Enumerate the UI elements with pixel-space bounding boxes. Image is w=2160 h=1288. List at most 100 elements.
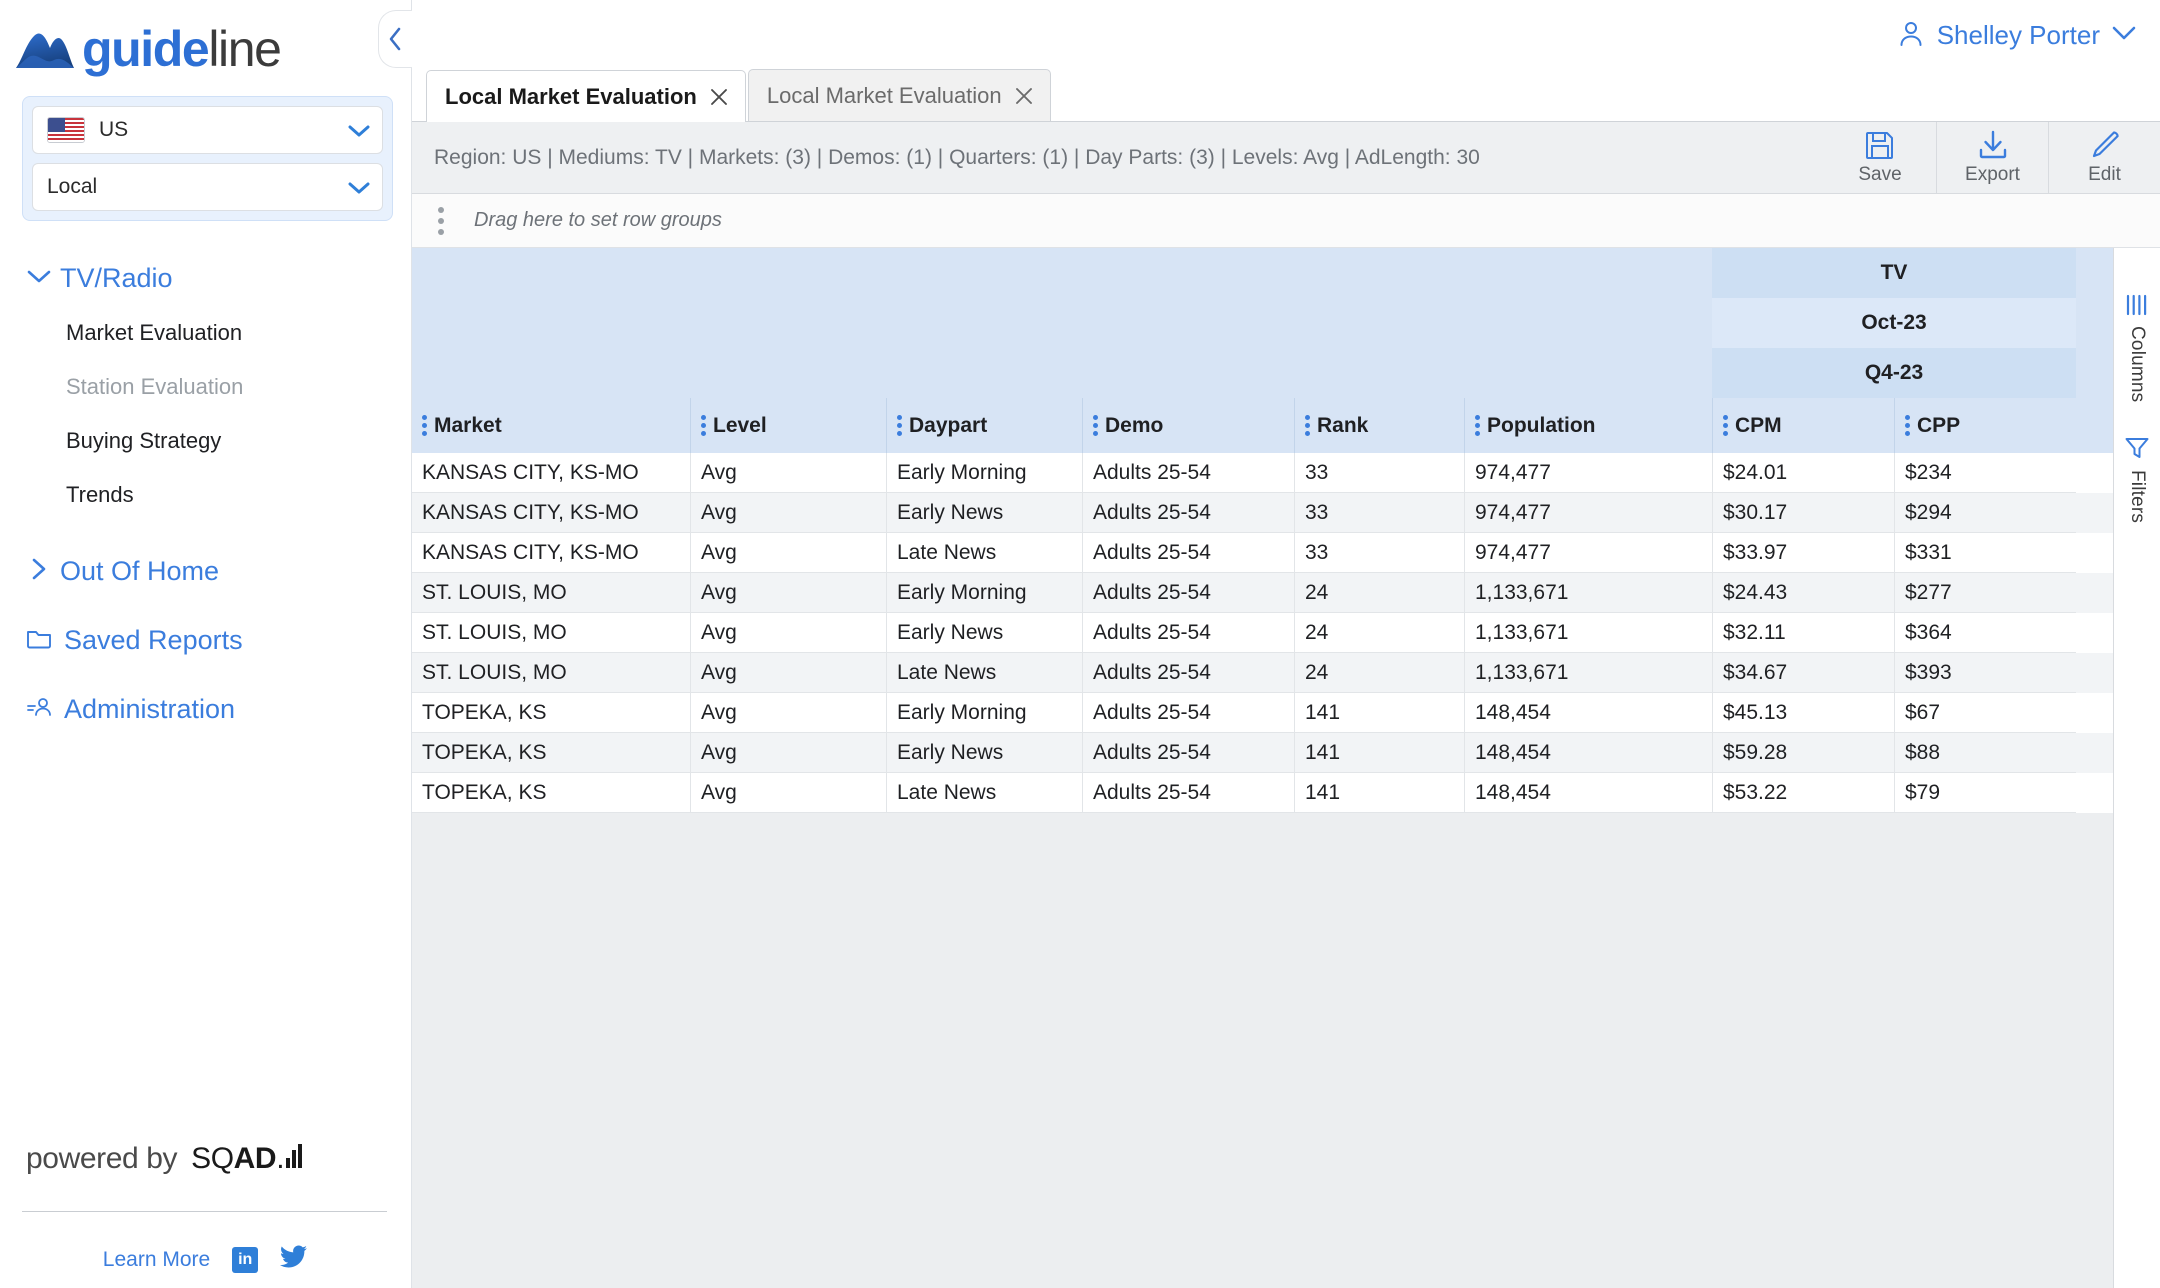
sidebar-group-tv-radio[interactable]: TV/Radio [0, 251, 411, 306]
column-header-label: Daypart [909, 413, 988, 437]
close-icon[interactable] [709, 87, 729, 107]
chevron-left-icon [389, 27, 400, 51]
column-header-daypart[interactable]: Daypart [886, 398, 1082, 453]
table-row[interactable]: KANSAS CITY, KS-MO Avg Early News Adults 25… [412, 493, 2113, 533]
cell-population: 974,477 [1464, 453, 1712, 493]
cell-cpp: $277 [1894, 573, 2076, 613]
table-row[interactable]: ST. LOUIS, MO Avg Early News Adults 25-54 24… [412, 613, 2113, 653]
grid-body: KANSAS CITY, KS-MO Avg Early Morning Adults… [412, 453, 2113, 813]
grid-tool-panel: Columns Filters [2113, 248, 2160, 1288]
sidebar-group-out-of-home[interactable]: Out Of Home [0, 544, 411, 599]
filters-tool-button[interactable]: Filters [2124, 436, 2150, 524]
export-button-label: Export [1965, 164, 2020, 185]
table-row[interactable]: TOPEKA, KS Avg Late News Adults 25-54 141 148… [412, 773, 2113, 813]
scope-select-value: Local [47, 175, 98, 198]
cell-demo: Adults 25-54 [1082, 493, 1294, 533]
column-header-market[interactable]: Market [412, 398, 690, 453]
group-header-row-quarter: Q4-23 [412, 348, 2113, 398]
cell-level: Avg [690, 573, 886, 613]
column-menu-icon[interactable] [1475, 415, 1480, 436]
cell-cpp: $331 [1894, 533, 2076, 573]
cell-level: Avg [690, 613, 886, 653]
cell-cpm: $53.22 [1712, 773, 1894, 813]
user-menu[interactable]: Shelley Porter [1897, 19, 2136, 52]
cell-cpp: $393 [1894, 653, 2076, 693]
sidebar-item-buying-strategy[interactable]: Buying Strategy [0, 414, 411, 468]
app-logo[interactable]: guideline [0, 0, 411, 80]
scope-select[interactable]: Local [32, 163, 383, 211]
table-row[interactable]: ST. LOUIS, MO Avg Late News Adults 25-54 24 1… [412, 653, 2113, 693]
export-button[interactable]: Export [1936, 121, 2048, 194]
cell-cpp: $294 [1894, 493, 2076, 533]
column-header-cpm[interactable]: CPM [1712, 398, 1894, 453]
row-group-dropzone[interactable]: Drag here to set row groups [412, 194, 2160, 248]
column-header-population[interactable]: Population [1464, 398, 1712, 453]
cell-population: 974,477 [1464, 533, 1712, 573]
cell-rank: 141 [1294, 773, 1464, 813]
tab-local-market-evaluation-1[interactable]: Local Market Evaluation [426, 70, 746, 122]
cell-market: ST. LOUIS, MO [412, 653, 690, 693]
cell-population: 1,133,671 [1464, 653, 1712, 693]
cell-population: 148,454 [1464, 693, 1712, 733]
edit-button[interactable]: Edit [2048, 121, 2160, 194]
cell-demo: Adults 25-54 [1082, 573, 1294, 613]
cell-market: KANSAS CITY, KS-MO [412, 493, 690, 533]
cell-rank: 141 [1294, 733, 1464, 773]
sidebar-collapse-button[interactable] [378, 10, 412, 68]
column-menu-icon[interactable] [897, 415, 902, 436]
table-row[interactable]: KANSAS CITY, KS-MO Avg Early Morning Adults… [412, 453, 2113, 493]
sidebar-item-station-evaluation: Station Evaluation [66, 374, 244, 399]
save-button[interactable]: Save [1824, 122, 1936, 194]
person-icon [1897, 19, 1925, 52]
country-select[interactable]: US [32, 106, 383, 154]
cell-level: Avg [690, 533, 886, 573]
close-icon[interactable] [1014, 86, 1034, 106]
sidebar: guideline US Local TV/Radio Market Evalu… [0, 0, 412, 1288]
chevron-down-icon [348, 181, 370, 194]
sidebar-item-saved-reports[interactable]: Saved Reports [0, 613, 411, 668]
column-header-label: Population [1487, 413, 1596, 437]
twitter-icon[interactable] [280, 1245, 308, 1274]
cell-level: Avg [690, 693, 886, 733]
column-header-demo[interactable]: Demo [1082, 398, 1294, 453]
cell-rank: 141 [1294, 693, 1464, 733]
columns-tool-button[interactable]: Columns [2124, 294, 2150, 402]
cell-market: TOPEKA, KS [412, 733, 690, 773]
columns-tool-label: Columns [2127, 326, 2148, 403]
column-header-rank[interactable]: Rank [1294, 398, 1464, 453]
cell-population: 1,133,671 [1464, 613, 1712, 653]
column-menu-icon[interactable] [422, 415, 427, 436]
cell-daypart: Early Morning [886, 453, 1082, 493]
column-menu-icon[interactable] [1305, 415, 1310, 436]
column-menu-icon[interactable] [701, 415, 706, 436]
column-menu-icon[interactable] [1093, 415, 1098, 436]
column-menu-icon[interactable] [1905, 415, 1910, 436]
cell-population: 148,454 [1464, 733, 1712, 773]
sidebar-item-trends[interactable]: Trends [0, 468, 411, 522]
filters-tool-label: Filters [2127, 470, 2148, 524]
column-header-cpp[interactable]: CPP [1894, 398, 2076, 453]
table-row[interactable]: ST. LOUIS, MO Avg Early Morning Adults 25-5… [412, 573, 2113, 613]
table-row[interactable]: TOPEKA, KS Avg Early News Adults 25-54 141 14… [412, 733, 2113, 773]
column-header-level[interactable]: Level [690, 398, 886, 453]
cell-cpm: $30.17 [1712, 493, 1894, 533]
column-menu-icon[interactable] [1723, 415, 1728, 436]
cell-daypart: Late News [886, 533, 1082, 573]
toolbar-actions: Save Export Edit [1824, 121, 2160, 194]
table-row[interactable]: TOPEKA, KS Avg Early Morning Adults 25-54 14… [412, 693, 2113, 733]
save-button-label: Save [1858, 164, 1902, 185]
chevron-down-icon [2112, 26, 2136, 45]
linkedin-icon[interactable]: in [232, 1246, 259, 1273]
cell-demo: Adults 25-54 [1082, 613, 1294, 653]
sidebar-item-administration[interactable]: Administration [0, 682, 411, 737]
user-name-label: Shelley Porter [1936, 19, 2100, 50]
tab-local-market-evaluation-2[interactable]: Local Market Evaluation [747, 69, 1051, 121]
group-header-spacer [412, 298, 1712, 348]
table-row[interactable]: KANSAS CITY, KS-MO Avg Late News Adults 25-… [412, 533, 2113, 573]
sidebar-item-market-evaluation[interactable]: Market Evaluation [0, 306, 411, 360]
learn-more-link[interactable]: Learn More [103, 1248, 210, 1272]
column-header-row: Market Level Daypart Demo Rank Population CPM C… [412, 398, 2113, 453]
cell-cpp: $364 [1894, 613, 2076, 653]
drag-handle-icon[interactable] [438, 206, 444, 235]
country-select-value: US [99, 118, 129, 141]
